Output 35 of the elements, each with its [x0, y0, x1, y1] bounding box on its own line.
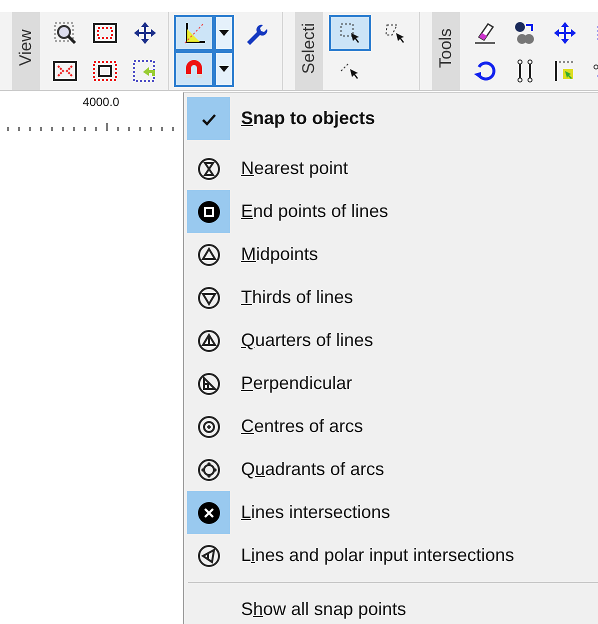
menu-item[interactable]: Nearest point	[241, 158, 348, 179]
dropdown-button[interactable]	[214, 51, 234, 87]
zoom-extents-icon	[53, 59, 77, 83]
frame-rectangle-icon	[93, 59, 117, 83]
zoom-window-icon	[53, 21, 77, 45]
move-arrows-icon	[553, 21, 577, 45]
menu-item[interactable]: Quarters of lines	[241, 330, 374, 351]
group-label: View	[12, 12, 40, 90]
group-label: Tools	[432, 12, 460, 90]
coordinate-axes-icon	[182, 21, 206, 45]
copy-circles-icon	[513, 21, 537, 45]
menu-item[interactable]: Lines and polar input intersections	[241, 545, 514, 566]
menu-item[interactable]: Lines intersections	[241, 502, 390, 523]
menu-item[interactable]: Midpoints	[241, 244, 318, 265]
menu-item[interactable]: Snap to objects	[241, 108, 376, 129]
dotted-rectangle-icon	[93, 21, 117, 45]
menu-item[interactable]: Quadrants of arcs	[241, 459, 384, 480]
menu-item[interactable]: Thirds of lines	[241, 287, 354, 308]
ruler-label: 4000.0	[82, 95, 120, 109]
menu-item[interactable]: Perpendicular	[241, 373, 352, 394]
eraser-icon	[473, 21, 497, 45]
previous-view-icon	[133, 59, 157, 83]
toolbar-button[interactable]	[174, 15, 214, 51]
rotate-icon	[473, 59, 497, 83]
toolbar-button[interactable]	[329, 15, 371, 51]
group-label: Selecti	[295, 12, 323, 90]
menu-item[interactable]: Show all snap points	[241, 599, 406, 620]
filled-circle-icon	[196, 500, 220, 524]
dropdown-button[interactable]	[214, 15, 234, 51]
filled-circle-icon	[196, 200, 220, 224]
select-window-icon	[338, 21, 362, 45]
move-arrows-icon	[133, 21, 157, 45]
checkmark-icon	[200, 112, 216, 126]
menu-item[interactable]: End points of lines	[241, 201, 388, 222]
menu-item[interactable]: Centres of arcs	[241, 416, 364, 437]
